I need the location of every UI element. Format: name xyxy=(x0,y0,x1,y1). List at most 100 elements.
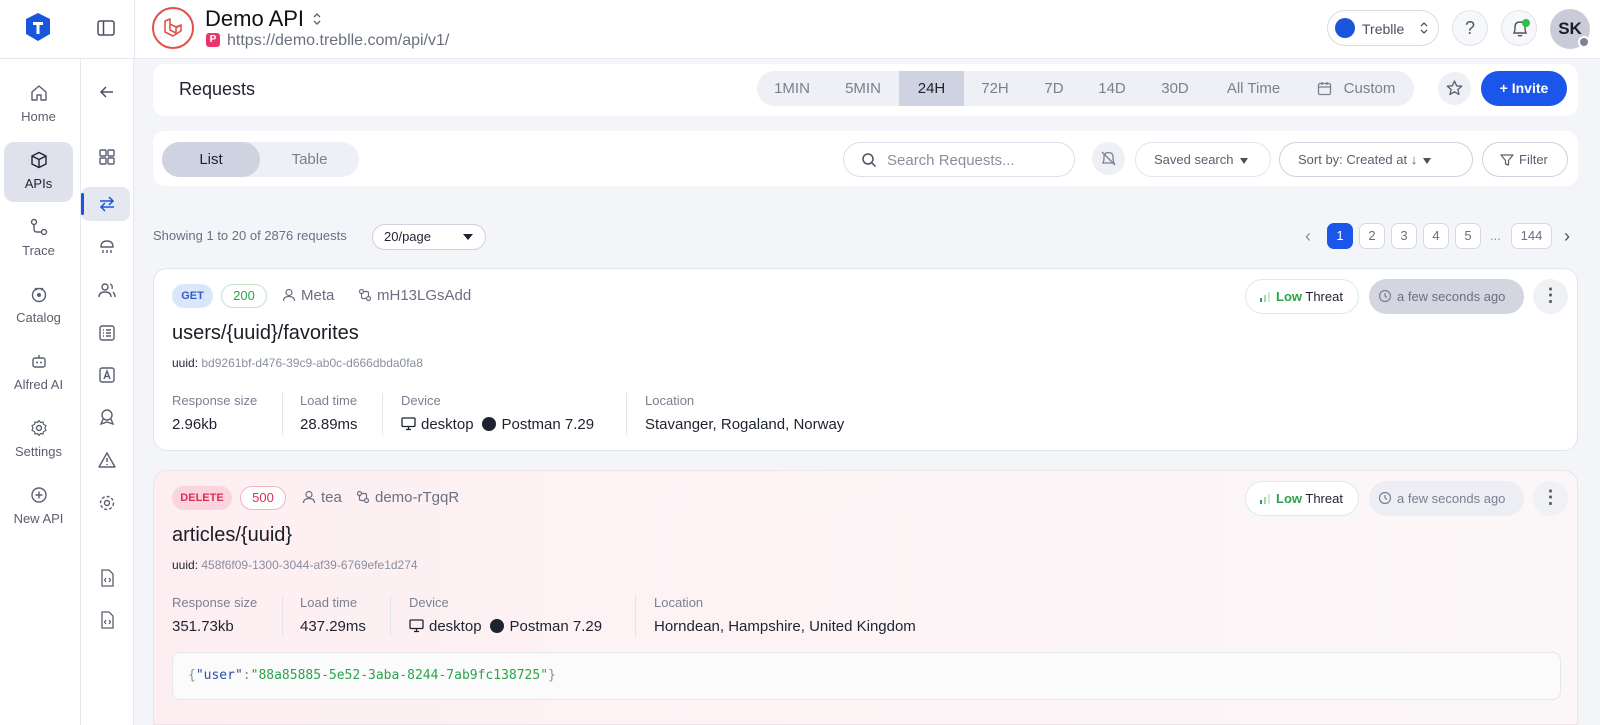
threat-level: Low xyxy=(1276,289,1302,304)
governance-icon[interactable] xyxy=(97,407,117,427)
request-user-name: tea xyxy=(321,489,342,506)
divider xyxy=(382,393,383,435)
view-table-tab[interactable]: Table xyxy=(260,142,359,177)
range-14d[interactable]: 14D xyxy=(1082,71,1142,106)
sidebar-item-label: Catalog xyxy=(16,310,61,325)
signal-bars-icon xyxy=(1260,494,1270,504)
mute-alerts-button[interactable] xyxy=(1092,142,1125,175)
request-card[interactable]: DELETE 500 tea demo-rTgqR Low Threat a f… xyxy=(153,470,1578,725)
page-1[interactable]: 1 xyxy=(1327,223,1353,249)
range-custom-label: Custom xyxy=(1343,80,1396,97)
sort-dropdown[interactable]: Sort by: Created at ↓ xyxy=(1279,142,1473,177)
chevron-down-icon[interactable] xyxy=(1578,36,1590,48)
page-5[interactable]: 5 xyxy=(1455,223,1481,249)
requests-header: Requests 1MIN 5MIN 24H 72H 7D 14D 30D Al… xyxy=(153,64,1578,116)
status-badge: 200 xyxy=(221,284,267,308)
signal-bars-icon xyxy=(1260,292,1270,302)
threat-badge: Low Threat xyxy=(1245,481,1359,516)
view-list-tab[interactable]: List xyxy=(162,142,260,177)
calendar-icon xyxy=(1317,82,1332,96)
clock-icon xyxy=(1378,491,1392,505)
invite-button[interactable]: + Invite xyxy=(1481,71,1567,106)
requests-toolbar: List Table Saved search Sort by: Created… xyxy=(153,131,1578,186)
sidebar-item-trace[interactable]: Trace xyxy=(4,209,73,269)
dashboard-grid-icon[interactable] xyxy=(97,147,117,167)
range-7d[interactable]: 7D xyxy=(1026,71,1082,106)
requests-arrows-icon[interactable] xyxy=(97,194,117,214)
chevron-updown-icon[interactable] xyxy=(312,12,322,26)
users-icon[interactable] xyxy=(97,280,117,300)
request-customer: demo-rTgqR xyxy=(356,489,459,506)
device-label: Device xyxy=(409,595,449,610)
api-title[interactable]: Demo API xyxy=(205,6,304,32)
page-2[interactable]: 2 xyxy=(1359,223,1385,249)
uuid-value: 458f6f09-1300-3044-af39-6769efe1d274 xyxy=(201,558,418,572)
saved-search-label: Saved search xyxy=(1154,152,1234,167)
load-time-value: 28.89ms xyxy=(300,416,358,433)
sidebar-item-label: Home xyxy=(21,109,56,124)
sort-label: Sort by: Created at ↓ xyxy=(1298,152,1418,167)
request-card[interactable]: GET 200 Meta mH13LGsAdd Low Threat a few… xyxy=(153,268,1578,451)
laravel-logo[interactable] xyxy=(152,7,194,49)
range-custom[interactable]: Custom xyxy=(1299,71,1414,106)
filter-button[interactable]: Filter xyxy=(1482,142,1568,177)
page-4[interactable]: 4 xyxy=(1423,223,1449,249)
status-badge: 500 xyxy=(240,486,286,510)
sidebar-item-alfred-ai[interactable]: Alfred AI xyxy=(4,343,73,403)
arrow-left-icon[interactable] xyxy=(97,82,117,102)
treblle-logo[interactable] xyxy=(24,12,52,42)
docs-a-icon[interactable] xyxy=(97,365,117,385)
help-button[interactable]: ? xyxy=(1452,10,1488,46)
page-last[interactable]: 144 xyxy=(1511,223,1552,249)
response-size-value: 351.73kb xyxy=(172,618,234,635)
range-72h[interactable]: 72H xyxy=(964,71,1026,106)
favorite-button[interactable] xyxy=(1438,72,1471,105)
sidebar-item-settings[interactable]: Settings xyxy=(4,410,73,470)
warning-icon[interactable] xyxy=(97,450,117,470)
next-page-icon[interactable]: › xyxy=(1564,223,1570,249)
sidebar-item-label: New API xyxy=(13,511,64,526)
endpoints-icon[interactable] xyxy=(97,237,117,257)
page-title: Requests xyxy=(179,79,256,99)
gear-icon[interactable] xyxy=(97,493,117,513)
code-file-icon[interactable] xyxy=(97,610,117,630)
range-all-time[interactable]: All Time xyxy=(1208,71,1299,106)
sidebar-item-home[interactable]: Home xyxy=(4,75,73,135)
range-30d[interactable]: 30D xyxy=(1142,71,1208,106)
list-doc-icon[interactable] xyxy=(97,323,117,343)
request-payload: {"user":"88a85885-5e52-3aba-8244-7ab9fc1… xyxy=(172,652,1561,700)
range-24h[interactable]: 24H xyxy=(899,71,964,106)
sidebar-item-catalog[interactable]: Catalog xyxy=(4,276,73,336)
monitor-icon xyxy=(401,417,416,431)
search-box xyxy=(843,142,1075,177)
range-5min[interactable]: 5MIN xyxy=(827,71,899,106)
workspace-switcher[interactable]: Treblle xyxy=(1327,10,1439,46)
more-options-button[interactable]: ⋮ xyxy=(1533,279,1568,314)
sidebar-toggle-icon[interactable] xyxy=(96,18,116,38)
sidebar-item-new-api[interactable]: New API xyxy=(4,477,73,537)
location-label: Location xyxy=(654,595,704,610)
request-user: tea xyxy=(302,489,342,506)
prev-page-icon[interactable]: ‹ xyxy=(1305,223,1311,249)
range-1min[interactable]: 1MIN xyxy=(757,71,827,106)
divider xyxy=(626,393,627,435)
caret-down-icon xyxy=(1423,157,1432,164)
saved-search-dropdown[interactable]: Saved search xyxy=(1135,142,1271,177)
postman-icon xyxy=(489,619,504,633)
request-customer-id: mH13LGsAdd xyxy=(377,287,472,304)
more-options-button[interactable]: ⋮ xyxy=(1533,481,1568,516)
sidebar-item-apis[interactable]: APIs xyxy=(4,142,73,202)
robot-icon xyxy=(32,355,46,368)
sidebar-item-label: Trace xyxy=(22,243,55,258)
client-name: Postman 7.29 xyxy=(509,618,603,635)
per-page-select[interactable]: 20/page xyxy=(372,224,486,250)
page-3[interactable]: 3 xyxy=(1391,223,1417,249)
code-file-icon[interactable] xyxy=(97,568,117,588)
notifications-button[interactable] xyxy=(1501,10,1537,46)
workspace-name: Treblle xyxy=(1362,21,1405,37)
api-url[interactable]: https://demo.treblle.com/api/v1/ xyxy=(227,32,449,50)
uuid-key: uuid: xyxy=(172,558,199,572)
search-input[interactable] xyxy=(887,150,1067,170)
time-ago: a few seconds ago xyxy=(1397,289,1506,304)
request-user: Meta xyxy=(282,287,334,304)
